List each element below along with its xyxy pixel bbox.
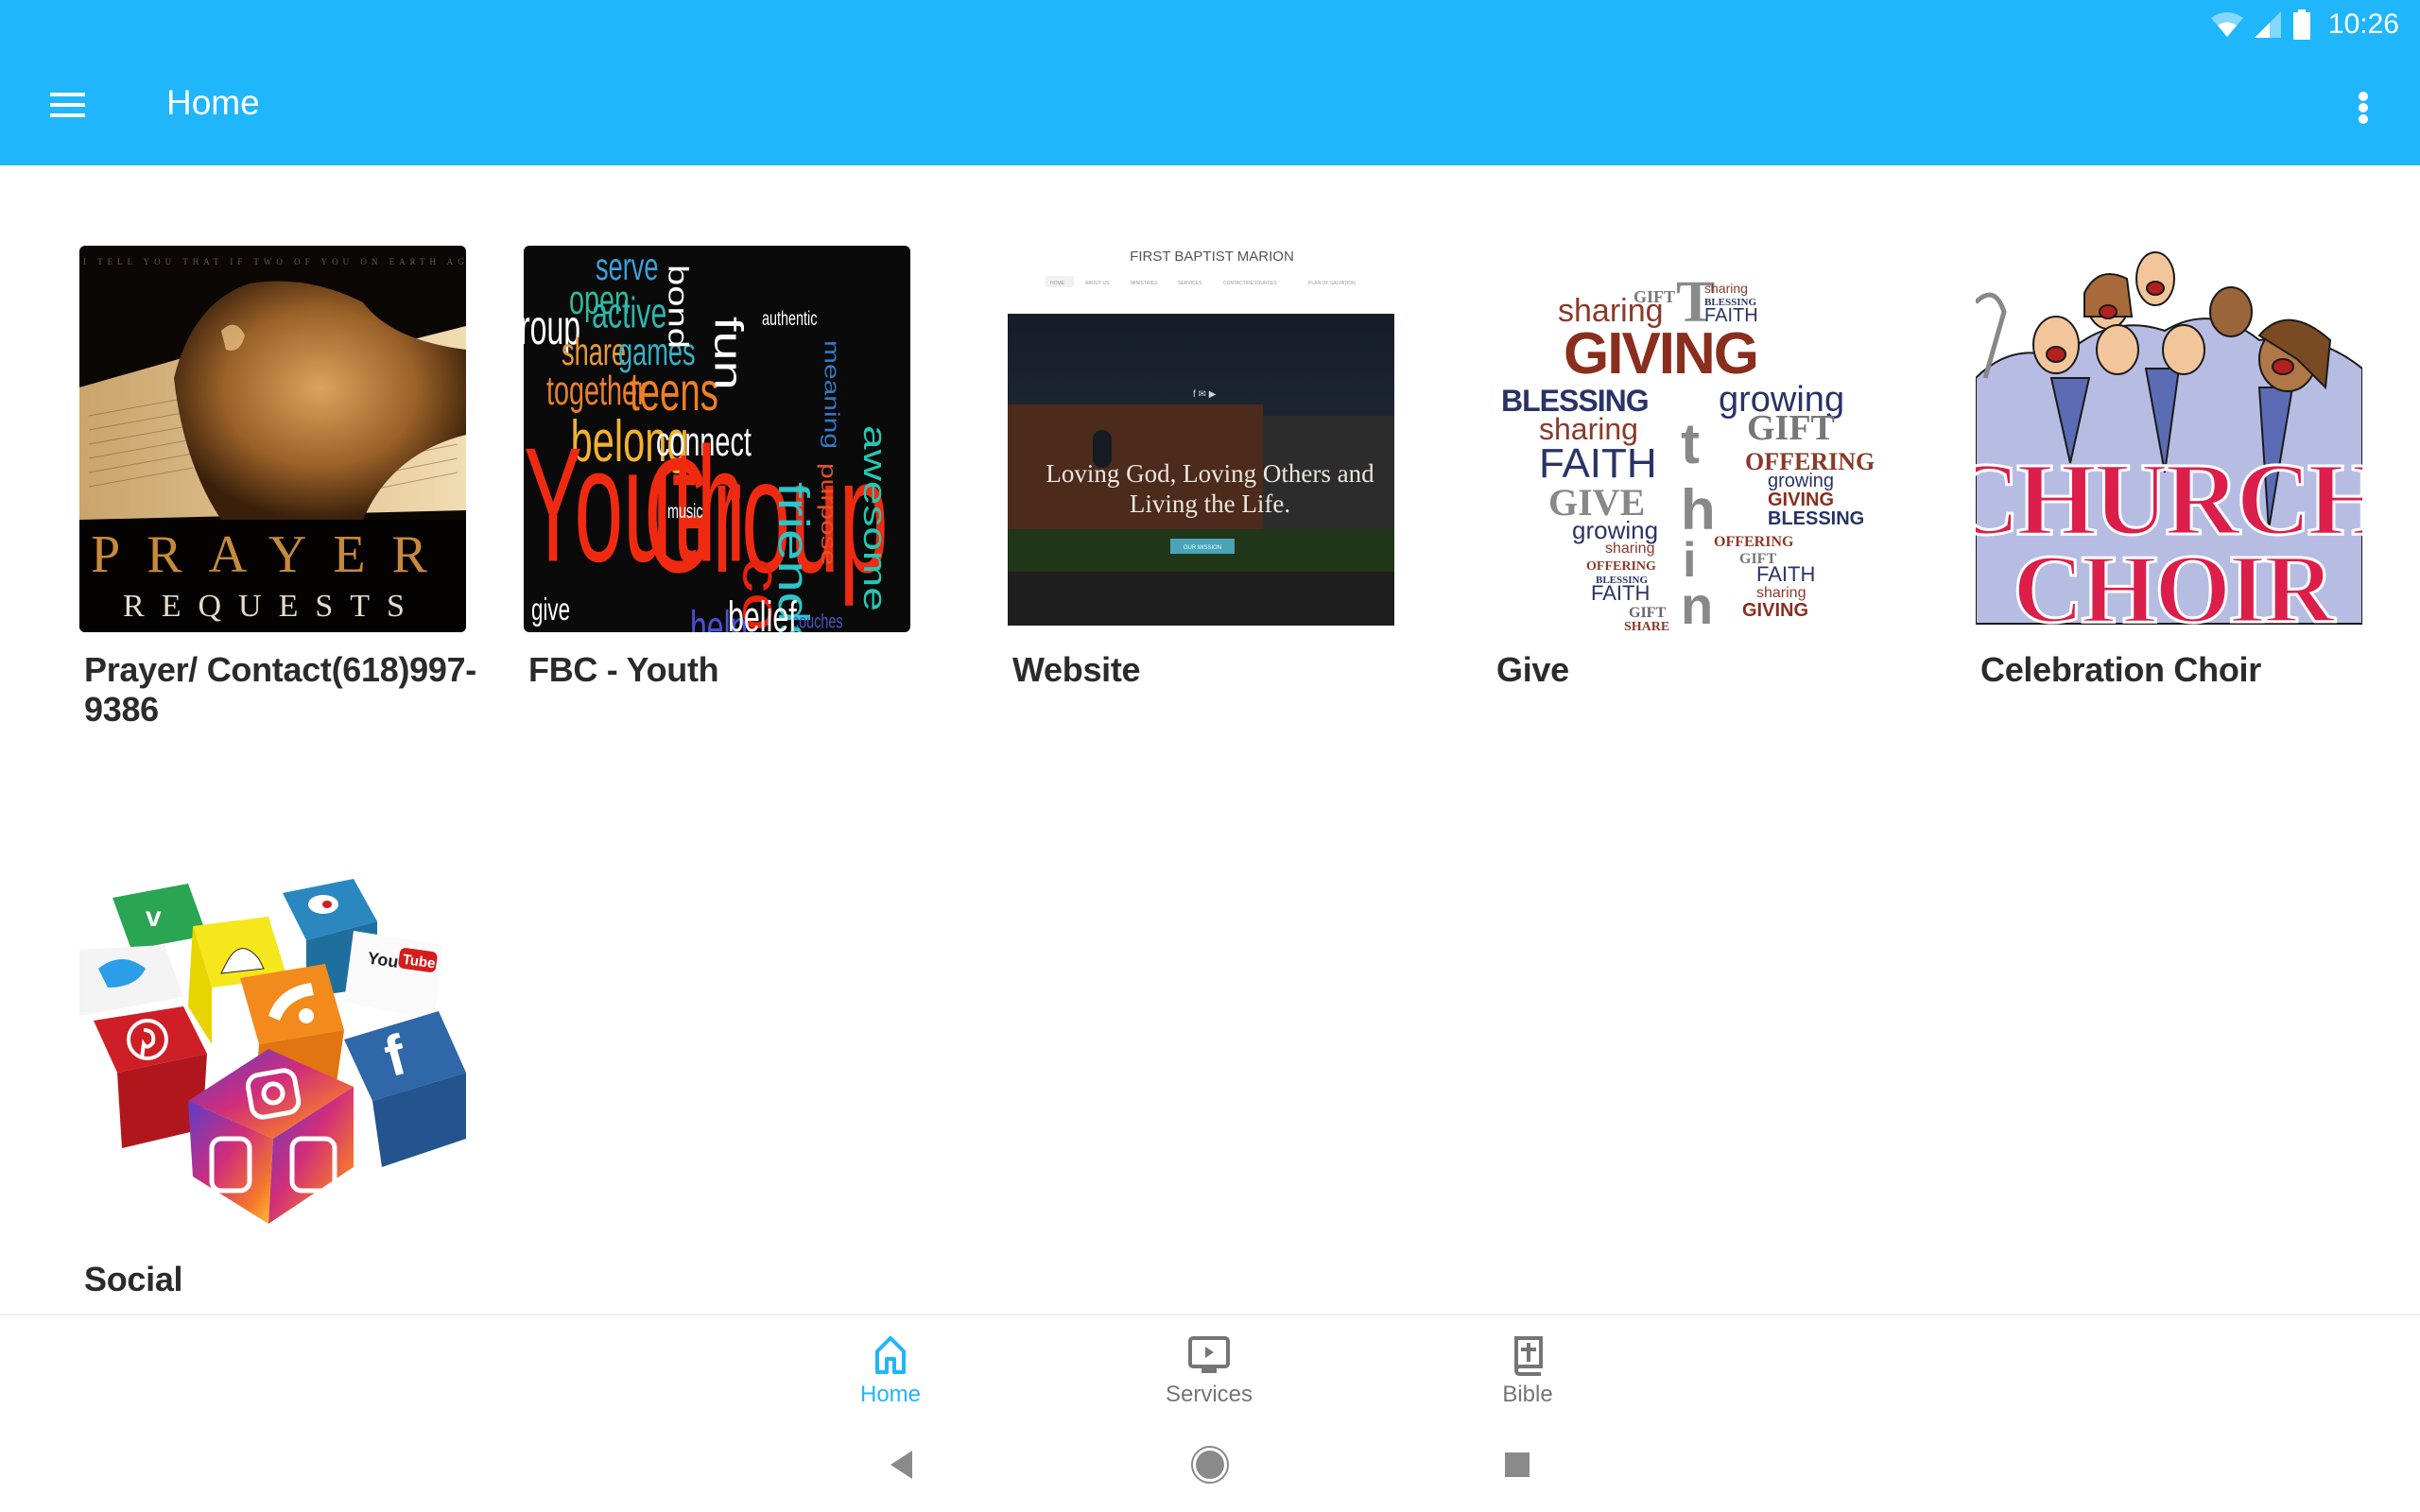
svg-text:sharing: sharing <box>1756 585 1806 601</box>
bottom-navigation: Home Services Bible <box>0 1314 2420 1418</box>
giving-word-cloud-image: sharing GIFT T sharing BLESSING FAITH GI… <box>1492 246 1878 632</box>
svg-text:BLESSING: BLESSING <box>1768 508 1864 529</box>
cell-signal-icon <box>2254 11 2281 38</box>
svg-text:n: n <box>1681 576 1713 632</box>
svg-text:v: v <box>146 902 162 933</box>
svg-text:GIVING: GIVING <box>1768 490 1834 510</box>
tile-label: Give <box>1496 650 1569 689</box>
svg-text:meaning: meaning <box>821 340 844 449</box>
requests-title-text: REQUESTS <box>123 589 422 624</box>
hero-text: Loving God, Loving Others and <box>1046 459 1374 488</box>
home-icon <box>875 1336 906 1374</box>
svg-text:Living the Life.: Living the Life. <box>1130 490 1290 518</box>
svg-text:fun: fun <box>706 317 751 390</box>
prayer-requests-image: I TELL YOU THAT IF TWO OF YOU ON EARTH A… <box>79 246 466 632</box>
home-circle-icon[interactable] <box>1186 1441 1234 1488</box>
site-nav-contact: CONTACT/RESOURCES <box>1223 281 1278 286</box>
status-icons: 10:26 <box>2210 6 2399 43</box>
bible-icon <box>1513 1336 1543 1376</box>
svg-text:serve: serve <box>596 247 658 289</box>
status-time: 10:26 <box>2327 9 2399 40</box>
nav-bible-label: Bible <box>1502 1382 1553 1407</box>
site-nav-ministries: MINISTRIES <box>1131 281 1158 286</box>
svg-text:GIFT: GIFT <box>1629 605 1666 621</box>
app-bar: 10:26 Home <box>0 0 2420 165</box>
svg-text:GIFT: GIFT <box>1634 287 1675 306</box>
site-nav-home: HOME <box>1050 281 1065 286</box>
back-icon[interactable] <box>879 1441 926 1488</box>
nav-bible[interactable]: Bible <box>1433 1315 1622 1419</box>
svg-text:GIVING: GIVING <box>1742 600 1808 621</box>
content-grid: I TELL YOU THAT IF TWO OF YOU ON EARTH A… <box>0 165 2420 1314</box>
svg-text:authentic: authentic <box>762 306 817 330</box>
svg-text:growing: growing <box>1768 471 1834 491</box>
prayer-title-text: PRAYER <box>91 525 454 584</box>
svg-text:OFFERING: OFFERING <box>1714 534 1794 550</box>
svg-text:OFFERING: OFFERING <box>1586 559 1656 574</box>
site-nav-about: ABOUT US <box>1085 281 1110 286</box>
site-nav-salvation: PLAN OF SALVATION <box>1308 281 1356 286</box>
svg-text:t: t <box>1681 412 1700 475</box>
wifi-icon <box>2210 12 2243 37</box>
website-preview-image: FIRST BAPTIST MARION HOME ABOUT US MINIS… <box>1008 246 1394 632</box>
choir-text: CHOIR <box>2013 535 2336 632</box>
tile-label: Social <box>84 1260 183 1298</box>
svg-text:give: give <box>531 593 570 628</box>
svg-text:music: music <box>667 499 703 523</box>
svg-text:purpose: purpose <box>817 463 840 565</box>
tile-label: Celebration Choir <box>1980 650 2261 689</box>
svg-text:FAITH: FAITH <box>1539 440 1657 487</box>
page-title: Home <box>166 83 260 122</box>
svg-text:active: active <box>592 289 666 337</box>
nav-services[interactable]: Services <box>1115 1315 1304 1419</box>
tile-label: Website <box>1012 650 1141 689</box>
svg-text:GIVING: GIVING <box>1564 321 1757 387</box>
svg-text:bond: bond <box>663 265 694 349</box>
social-media-image: v You Tube f <box>79 855 466 1242</box>
church-choir-image: CHURCH CHOIR <box>1976 246 2362 632</box>
site-nav-services: SERVICES <box>1178 281 1202 286</box>
svg-text:h: h <box>1681 478 1716 541</box>
youth-group-image: roup open serve active share games toget… <box>524 246 910 632</box>
nav-home[interactable]: Home <box>796 1315 985 1419</box>
svg-text:couches: couches <box>792 609 843 632</box>
hero-button-text: OUR MISSION <box>1184 545 1221 551</box>
hamburger-menu-icon[interactable] <box>43 85 87 129</box>
tv-play-icon <box>1188 1336 1230 1373</box>
recents-icon[interactable] <box>1494 1441 1541 1488</box>
svg-text:sharing: sharing <box>1704 281 1748 296</box>
site-title-text: FIRST BAPTIST MARION <box>1130 249 1294 265</box>
status-bar: 10:26 <box>0 0 2420 47</box>
svg-text:awesome: awesome <box>856 425 893 611</box>
system-navigation-bar <box>0 1418 2420 1512</box>
nav-home-label: Home <box>859 1382 922 1407</box>
svg-text:FAITH: FAITH <box>1591 581 1650 605</box>
svg-text:FAITH: FAITH <box>1756 562 1815 586</box>
svg-text:GIFT: GIFT <box>1747 408 1835 448</box>
battery-icon <box>2292 9 2310 40</box>
svg-text:f ✉ ▶: f ✉ ▶ <box>1193 389 1217 400</box>
tile-label: FBC - Youth <box>528 650 719 689</box>
nav-services-label: Services <box>1165 1382 1253 1407</box>
more-vert-icon[interactable] <box>2344 81 2382 134</box>
svg-text:SHARE: SHARE <box>1624 620 1669 632</box>
tile-label: Prayer/ Contact(618)997-9386 <box>84 650 476 729</box>
toolbar: Home <box>0 47 2420 165</box>
prayer-verse-text: I TELL YOU THAT IF TWO OF YOU ON EARTH A… <box>83 257 466 266</box>
svg-text:belief: belief <box>728 593 797 632</box>
svg-text:sharing: sharing <box>1605 541 1654 557</box>
